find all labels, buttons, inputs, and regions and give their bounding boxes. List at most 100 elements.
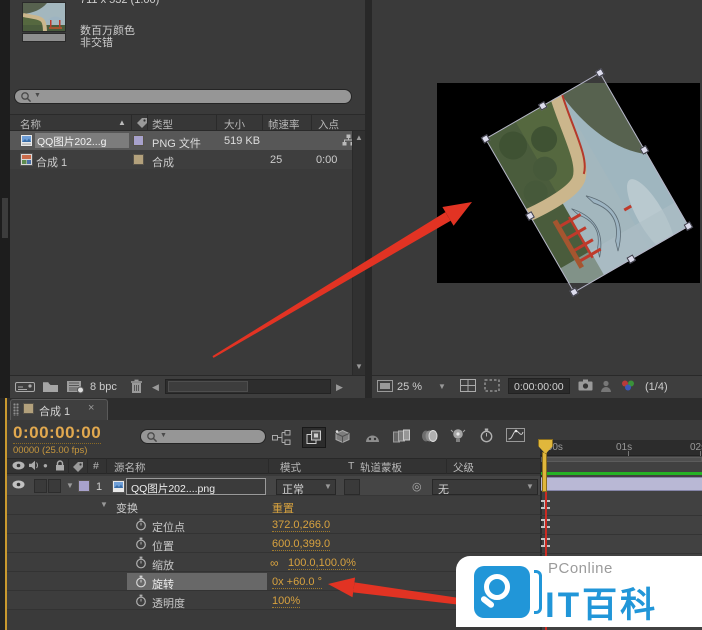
ruler-label-1: 01s [616, 442, 633, 453]
image-file-icon [20, 134, 33, 150]
new-composition-icon[interactable] [66, 379, 85, 397]
stopwatch-icon[interactable] [135, 594, 147, 610]
timeline-search-input[interactable]: ▼ [140, 429, 266, 444]
property-label[interactable]: 定位点 [152, 519, 185, 535]
comp-label-swatch[interactable] [133, 154, 144, 165]
interpret-footage-icon[interactable] [15, 380, 36, 397]
parent-dropdown-icon[interactable]: ▼ [526, 483, 534, 491]
property-value[interactable]: 100% [272, 595, 301, 608]
layer-audio-toggle[interactable] [34, 479, 47, 493]
search-options-icon[interactable]: ▼ [160, 432, 167, 439]
layer-blend-mode-value[interactable]: 正常 [282, 481, 304, 497]
layer-index: 1 [96, 481, 103, 493]
panel-divider[interactable] [365, 0, 372, 398]
footage-label-swatch[interactable] [133, 135, 144, 146]
playhead-stem[interactable] [542, 452, 547, 492]
hscroll-left-icon[interactable]: ◀ [152, 383, 159, 392]
project-bit-depth[interactable]: 8 bpc [90, 381, 117, 393]
safe-zones-icon[interactable] [460, 379, 476, 395]
layer-label-swatch[interactable] [78, 480, 90, 492]
render-progress-bar [541, 472, 702, 475]
property-value[interactable]: 0x +60.0 ° [272, 576, 322, 589]
blend-mode-dropdown-icon[interactable]: ▼ [324, 483, 332, 491]
rotated-layer-image[interactable] [484, 83, 690, 283]
new-folder-icon[interactable] [42, 380, 59, 396]
channel-rgb-icon[interactable] [620, 379, 636, 395]
layer-expand-icon[interactable]: ▼ [66, 482, 74, 490]
viewer-view-index[interactable]: (1/4) [645, 381, 668, 393]
region-of-interest-icon[interactable] [484, 379, 500, 395]
transform-group-label[interactable]: 变换 [116, 500, 138, 516]
trash-icon[interactable] [130, 379, 143, 397]
footage-type: PNG 文件 [152, 138, 201, 150]
hscrollbar-thumb[interactable] [168, 381, 248, 392]
timeline-timecode[interactable]: 0:00:00:00 [13, 423, 102, 444]
layer-parent-value[interactable]: 无 [438, 481, 449, 497]
tab-drag-grip[interactable] [13, 403, 19, 416]
live-update-button[interactable] [302, 427, 326, 448]
stopwatch-icon[interactable] [135, 518, 147, 534]
column-header-type[interactable]: 类型 [152, 117, 173, 132]
sort-ascending-icon[interactable]: ▲ [118, 118, 126, 127]
footage-size: 519 KB [224, 135, 261, 147]
motion-blur-icon[interactable] [421, 429, 438, 446]
column-header-source: 源名称 [114, 462, 146, 474]
comp-canvas[interactable] [437, 83, 700, 283]
graph-editor-icon[interactable] [506, 428, 525, 445]
left-panel-notch[interactable] [2, 198, 8, 238]
column-header-in[interactable]: 入点 [318, 117, 339, 132]
property-value[interactable]: 600.0,399.0 [272, 538, 331, 551]
work-area-bar[interactable] [541, 457, 702, 462]
frame-blend-icon[interactable] [393, 429, 411, 447]
layer-visibility-eye-icon[interactable] [12, 480, 25, 492]
search-options-icon[interactable]: ▼ [34, 92, 41, 99]
comp-mini-flowchart-icon[interactable] [272, 430, 291, 448]
layer-duration-bar[interactable] [541, 477, 702, 491]
comp-name[interactable]: 合成 1 [36, 154, 67, 170]
tab-close-icon[interactable]: × [88, 402, 94, 414]
column-header-rate[interactable]: 帧速率 [268, 117, 300, 132]
property-label[interactable]: 透明度 [152, 595, 185, 611]
timeline-frame-info[interactable]: 00000 (25.00 fps) [13, 445, 87, 456]
draft-3d-icon[interactable] [334, 429, 351, 447]
stopwatch-icon[interactable] [135, 575, 147, 591]
hscroll-right-icon[interactable]: ▶ [336, 383, 343, 392]
layer-solo-toggle[interactable] [48, 479, 61, 493]
lock-icon [55, 460, 65, 474]
timeline-tab-label[interactable]: 合成 1 [39, 403, 70, 419]
layer-source-name[interactable]: QQ图片202....png [131, 481, 215, 496]
scroll-up-icon[interactable]: ▲ [355, 134, 363, 142]
property-value[interactable]: 100.0,100.0% [288, 557, 356, 570]
project-search-input[interactable]: ▼ [14, 89, 352, 104]
snapshot-camera-icon[interactable] [578, 379, 593, 394]
property-label[interactable]: 旋转 [152, 576, 174, 592]
zoom-dropdown-icon[interactable]: ▼ [438, 383, 446, 391]
property-label[interactable]: 位置 [152, 538, 174, 554]
property-label[interactable]: 缩放 [152, 557, 174, 573]
project-vscrollbar[interactable] [352, 131, 365, 375]
stopwatch-icon[interactable] [135, 556, 147, 572]
composition-icon [20, 153, 33, 169]
column-header-name[interactable]: 名称 [20, 117, 41, 132]
viewer-zoom-level[interactable]: 25 % [397, 381, 422, 393]
scroll-down-icon[interactable]: ▼ [355, 363, 363, 371]
footage-thumbnail [22, 2, 66, 32]
project-panel [10, 0, 365, 398]
thumbnail-bar [22, 33, 66, 42]
watermark-logo-bracket [534, 570, 542, 614]
property-value[interactable]: 372.0,266.0 [272, 519, 331, 532]
auto-keyframe-icon[interactable] [479, 428, 494, 446]
column-header-size[interactable]: 大小 [224, 117, 245, 132]
always-preview-icon[interactable] [377, 380, 393, 395]
shy-layers-icon[interactable] [364, 432, 381, 446]
viewer-timecode[interactable]: 0:00:00:00 [514, 381, 564, 393]
parent-pickwhip-icon[interactable]: ◎ [412, 480, 422, 493]
transform-expand-icon[interactable]: ▼ [100, 501, 108, 509]
stopwatch-icon[interactable] [135, 537, 147, 553]
footage-name[interactable]: QQ图片202...g [35, 133, 129, 148]
search-icon [20, 91, 32, 106]
scale-link-icon[interactable]: ∞ [270, 556, 279, 570]
trkmat-box[interactable] [344, 479, 360, 495]
show-snapshot-icon[interactable] [600, 380, 612, 395]
brainstorm-icon[interactable] [450, 428, 466, 446]
